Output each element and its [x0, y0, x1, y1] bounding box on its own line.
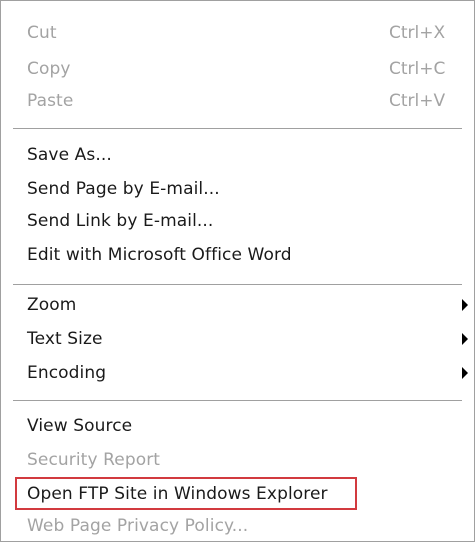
menu-item-copy: Copy Ctrl+C	[1, 53, 474, 85]
menu-item-encoding[interactable]: Encoding	[1, 357, 474, 389]
menu-item-security-report: Security Report	[1, 444, 474, 476]
submenu-arrow-icon	[462, 333, 468, 345]
menu-separator	[13, 284, 462, 286]
menu-item-label: Copy	[27, 59, 71, 79]
menu-separator	[13, 400, 462, 402]
menu-item-label: View Source	[27, 416, 133, 436]
menu-item-label: Edit with Microsoft Office Word	[27, 245, 292, 265]
menu-item-zoom[interactable]: Zoom	[1, 289, 474, 321]
menu-item-view-source[interactable]: View Source	[1, 410, 474, 442]
context-menu: Cut Ctrl+X Copy Ctrl+C Paste Ctrl+V Save…	[0, 0, 475, 542]
submenu-arrow-icon	[462, 367, 468, 379]
shortcut-label: Ctrl+X	[389, 23, 446, 43]
menu-item-label: Send Link by E-mail...	[27, 211, 214, 231]
menu-item-label: Cut	[27, 23, 57, 43]
menu-item-send-page-by-email[interactable]: Send Page by E-mail...	[1, 173, 474, 205]
menu-item-paste: Paste Ctrl+V	[1, 85, 474, 117]
menu-item-privacy-policy: Web Page Privacy Policy...	[1, 510, 474, 542]
menu-item-label: Paste	[27, 91, 74, 111]
shortcut-label: Ctrl+C	[389, 59, 446, 79]
menu-item-label: Encoding	[27, 363, 107, 383]
menu-item-text-size[interactable]: Text Size	[1, 323, 474, 355]
highlight-annotation	[15, 477, 357, 510]
menu-item-edit-with-word[interactable]: Edit with Microsoft Office Word	[1, 239, 474, 271]
menu-item-label: Text Size	[27, 329, 103, 349]
menu-separator	[13, 128, 462, 130]
menu-item-save-as[interactable]: Save As...	[1, 139, 474, 171]
menu-item-label: Web Page Privacy Policy...	[27, 516, 249, 536]
menu-item-send-link-by-email[interactable]: Send Link by E-mail...	[1, 205, 474, 237]
shortcut-label: Ctrl+V	[389, 91, 446, 111]
menu-item-label: Zoom	[27, 295, 77, 315]
submenu-arrow-icon	[462, 299, 468, 311]
menu-item-label: Save As...	[27, 145, 112, 165]
menu-item-label: Security Report	[27, 450, 161, 470]
menu-item-label: Send Page by E-mail...	[27, 179, 220, 199]
menu-item-cut: Cut Ctrl+X	[1, 17, 474, 49]
